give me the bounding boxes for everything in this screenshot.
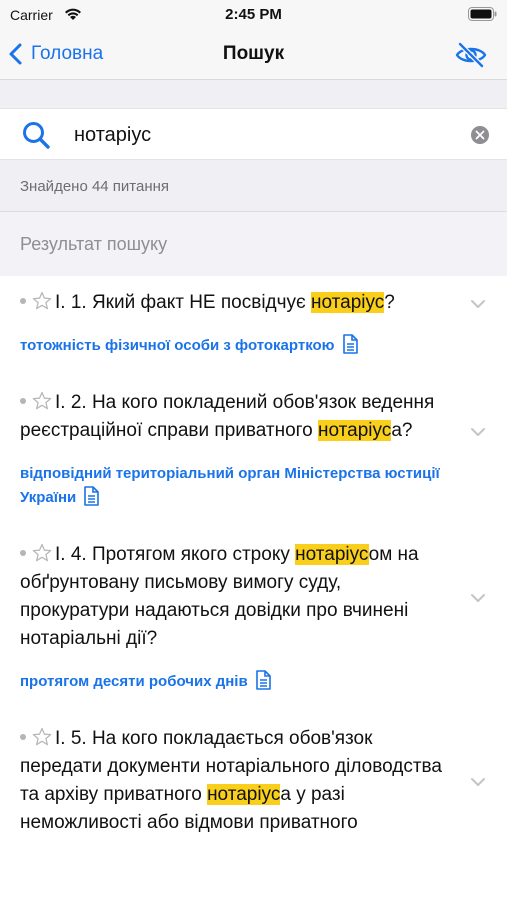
question-text: I. 2. На кого покладений обов'язок веден…	[0, 376, 507, 445]
chevron-down-icon[interactable]	[470, 777, 486, 787]
result-item[interactable]: I. 1. Який факт НЕ посвідчує нотаріус? т…	[0, 276, 507, 358]
navigation-bar: Головна Пошук	[0, 30, 507, 80]
star-outline-icon[interactable]	[32, 543, 52, 563]
results-count-row: Знайдено 44 питання	[0, 160, 507, 212]
document-icon[interactable]	[255, 670, 271, 690]
answer-text: відповідний територіальний орган Міністе…	[0, 445, 507, 510]
chevron-down-icon[interactable]	[470, 427, 486, 437]
clear-icon	[475, 130, 485, 140]
bullet-dot	[20, 398, 26, 405]
bullet-dot	[20, 550, 26, 557]
question-text: I. 4. Протягом якого строку нотаріусом н…	[0, 528, 507, 653]
result-item[interactable]: I. 4. Протягом якого строку нотаріусом н…	[0, 528, 507, 694]
document-icon[interactable]	[342, 334, 358, 354]
chevron-down-icon[interactable]	[470, 299, 486, 309]
bullet-dot	[20, 298, 26, 305]
question-suffix: ?	[384, 292, 395, 313]
results-list: I. 1. Який факт НЕ посвідчує нотаріус? т…	[0, 276, 507, 900]
search-icon	[23, 122, 50, 149]
answer-label: протягом десяти робочих днів	[20, 673, 248, 690]
question-prefix: I. 4. Протягом якого строку	[55, 544, 296, 565]
search-bar	[0, 108, 507, 160]
results-count: Знайдено 44 питання	[20, 178, 170, 195]
status-time: 2:45 PM	[225, 6, 282, 23]
result-item[interactable]: I. 5. На кого покладається обов'язок пер…	[0, 712, 507, 837]
star-outline-icon[interactable]	[32, 391, 52, 411]
question-text: I. 5. На кого покладається обов'язок пер…	[0, 712, 507, 837]
search-highlight: нотаріус	[311, 292, 385, 313]
search-highlight: нотаріус	[295, 544, 369, 565]
question-suffix: а?	[391, 420, 413, 441]
search-input[interactable]	[74, 121, 454, 149]
answer-label: тотожність фізичної особи з фотокарткою	[20, 337, 335, 354]
star-outline-icon[interactable]	[32, 727, 52, 747]
question-prefix: I. 1. Який факт НЕ посвідчує	[55, 292, 312, 313]
bullet-dot	[20, 734, 26, 741]
search-highlight: нотаріус	[207, 784, 281, 805]
page-title: Пошук	[222, 43, 285, 64]
search-highlight: нотаріус	[318, 420, 392, 441]
answer-text: тотожність фізичної особи з фотокарткою	[0, 317, 507, 358]
answer-text: протягом десяти робочих днів	[0, 653, 507, 694]
battery-icon	[468, 7, 497, 21]
results-section-header: Результат пошуку	[0, 212, 507, 276]
chevron-down-icon[interactable]	[470, 593, 486, 603]
status-bar: Carrier 2:45 PM	[0, 0, 507, 30]
clear-search-button[interactable]	[471, 126, 489, 144]
eye-slash-icon[interactable]	[455, 41, 487, 69]
document-icon[interactable]	[83, 486, 100, 506]
results-header-label: Результат пошуку	[20, 234, 168, 254]
question-text: I. 1. Який факт НЕ посвідчує нотаріус?	[0, 276, 507, 317]
section-spacer	[0, 80, 507, 108]
star-outline-icon[interactable]	[32, 291, 52, 311]
result-item[interactable]: I. 2. На кого покладений обов'язок веден…	[0, 376, 507, 510]
